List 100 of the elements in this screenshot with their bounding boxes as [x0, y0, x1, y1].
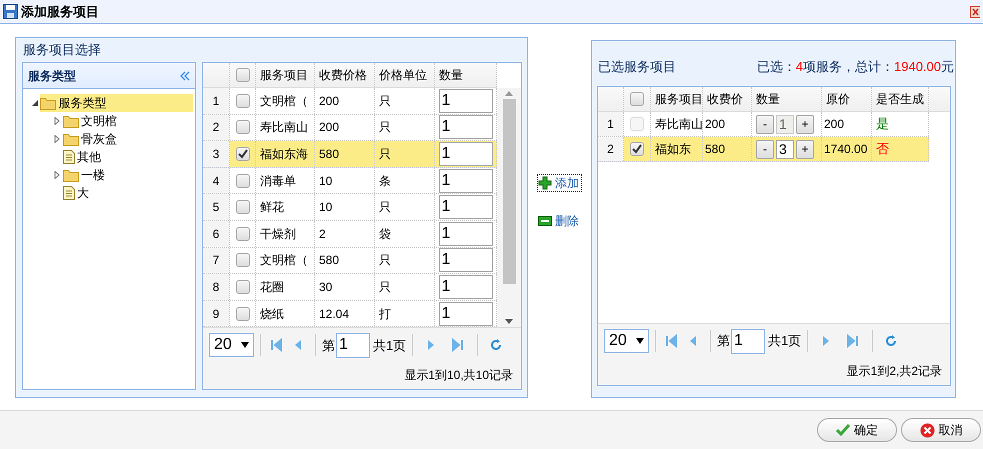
- table-cell: 10: [315, 168, 375, 194]
- table-cell: 580: [315, 141, 375, 167]
- table-cell: 袋: [375, 220, 435, 247]
- quantity-field[interactable]: 1: [438, 302, 492, 326]
- page-size-select[interactable]: 20: [604, 329, 649, 353]
- table-cell: 200: [822, 112, 872, 136]
- row-number: 4: [203, 168, 230, 194]
- status-text: 否: [872, 137, 929, 161]
- page-label: 第: [717, 332, 730, 350]
- table-cell: 消毒单: [256, 168, 315, 194]
- quantity-field[interactable]: 3: [776, 140, 794, 158]
- page-number-field[interactable]: 1: [731, 328, 765, 354]
- table-row[interactable]: 7 文明棺（ 580 只 1: [203, 248, 497, 274]
- table-cell: 1740.00: [822, 137, 872, 161]
- table-cell: 只: [375, 114, 435, 140]
- row-number: 7: [203, 248, 230, 274]
- row-number: 3: [203, 141, 230, 167]
- record-info: 显示1到2,共2记录: [846, 363, 942, 380]
- table-row[interactable]: 1 文明棺（ 200 只 1: [203, 88, 497, 115]
- tree-item[interactable]: 文明棺: [63, 112, 125, 130]
- table-cell: 寿比南山: [256, 114, 315, 140]
- quantity-field[interactable]: 1: [438, 115, 492, 140]
- page-label: 第: [322, 336, 335, 355]
- column-header[interactable]: 原价: [822, 87, 872, 111]
- tree-item[interactable]: 服务类型: [40, 94, 193, 112]
- row-number: 9: [203, 300, 230, 326]
- window-title: 添加服务项目: [21, 2, 100, 21]
- panel-title: 服务项目选择: [23, 41, 101, 60]
- table-cell: 文明棺（: [256, 88, 315, 114]
- add-button[interactable]: 添加: [537, 174, 582, 192]
- panel-title: 服务类型: [28, 68, 76, 84]
- increase-button[interactable]: +: [796, 140, 814, 158]
- selection-summary: 已选：4项服务，总计：1940.00元: [756, 58, 954, 76]
- row-number: 2: [203, 114, 230, 140]
- table-cell: 干燥剂: [256, 220, 315, 247]
- table-cell: 烧纸: [256, 300, 315, 326]
- table-cell: 寿比南山: [651, 112, 703, 136]
- quantity-field[interactable]: 1: [438, 168, 492, 193]
- confirm-button[interactable]: 确定: [817, 418, 897, 442]
- tree-item[interactable]: 骨灰盒: [63, 130, 125, 148]
- row-number: 1: [598, 112, 624, 136]
- table-cell: 2: [315, 220, 375, 247]
- cancel-button[interactable]: 取消: [901, 418, 981, 442]
- table-row[interactable]: 8 花圈 30 只 1: [203, 274, 497, 301]
- table-row[interactable]: 4 消毒单 10 条 1: [203, 168, 497, 194]
- tree-item[interactable]: 大: [63, 184, 97, 202]
- quantity-field[interactable]: 1: [438, 222, 492, 246]
- table-cell: 文明棺（: [256, 248, 315, 274]
- column-header[interactable]: 是否生成: [872, 87, 929, 111]
- table-cell: 只: [375, 274, 435, 300]
- quantity-field[interactable]: 1: [438, 195, 492, 220]
- quantity-field[interactable]: 1: [438, 274, 492, 299]
- row-number: 6: [203, 220, 230, 247]
- page-size-select[interactable]: 20: [209, 333, 254, 358]
- table-cell: 30: [315, 274, 375, 300]
- quantity-field[interactable]: 1: [438, 142, 492, 166]
- remove-button[interactable]: 删除: [537, 212, 582, 230]
- table-cell: 打: [375, 300, 435, 326]
- table-cell: 10: [315, 194, 375, 220]
- table-cell: 只: [375, 248, 435, 274]
- table-cell: 12.04: [315, 300, 375, 326]
- table-cell: 200: [703, 112, 752, 136]
- row-number: 2: [598, 137, 624, 161]
- tree-item[interactable]: 一楼: [63, 166, 113, 184]
- status-text: 是: [872, 112, 929, 136]
- table-cell: 福如东: [651, 137, 703, 161]
- page-count: 共1页: [373, 336, 406, 355]
- column-header[interactable]: 收费价格: [315, 63, 375, 87]
- table-row[interactable]: 6 干燥剂 2 袋 1: [203, 220, 497, 248]
- table-cell: 福如东海: [256, 141, 315, 167]
- table-cell: 花圈: [256, 274, 315, 300]
- panel-title: 已选服务项目: [598, 58, 676, 76]
- column-header[interactable]: 服务项目: [256, 63, 315, 87]
- table-cell: 580: [315, 248, 375, 274]
- record-info: 显示1到10,共10记录: [404, 367, 513, 384]
- table-cell: 只: [375, 194, 435, 220]
- table-cell: 只: [375, 88, 435, 114]
- table-row[interactable]: 2 福如东 580 - 3 + 1740.00 否: [598, 137, 929, 162]
- table-row[interactable]: 5 鲜花 10 只 1: [203, 194, 497, 221]
- row-number: 5: [203, 194, 230, 220]
- column-header[interactable]: 服务项目: [651, 87, 703, 111]
- column-header[interactable]: 价格单位: [375, 63, 435, 87]
- page-number-field[interactable]: 1: [336, 332, 370, 358]
- decrease-button[interactable]: -: [756, 140, 774, 158]
- column-header[interactable]: 数量: [435, 63, 497, 87]
- table-cell: 鲜花: [256, 194, 315, 220]
- page-count: 共1页: [768, 332, 802, 350]
- table-cell: 200: [315, 88, 375, 114]
- table-cell: 只: [375, 141, 435, 167]
- table-cell: 200: [315, 114, 375, 140]
- column-header[interactable]: 数量: [752, 87, 822, 111]
- column-header[interactable]: 收费价: [703, 87, 752, 111]
- row-number: 1: [203, 88, 230, 114]
- table-cell: 条: [375, 168, 435, 194]
- quantity-field[interactable]: 1: [438, 88, 492, 113]
- table-cell: 580: [703, 137, 752, 161]
- tree-item[interactable]: 其他: [63, 148, 109, 166]
- table-row[interactable]: 3 福如东海 580 只 1: [203, 141, 497, 168]
- quantity-field[interactable]: 1: [438, 248, 492, 272]
- row-number: 8: [203, 274, 230, 300]
